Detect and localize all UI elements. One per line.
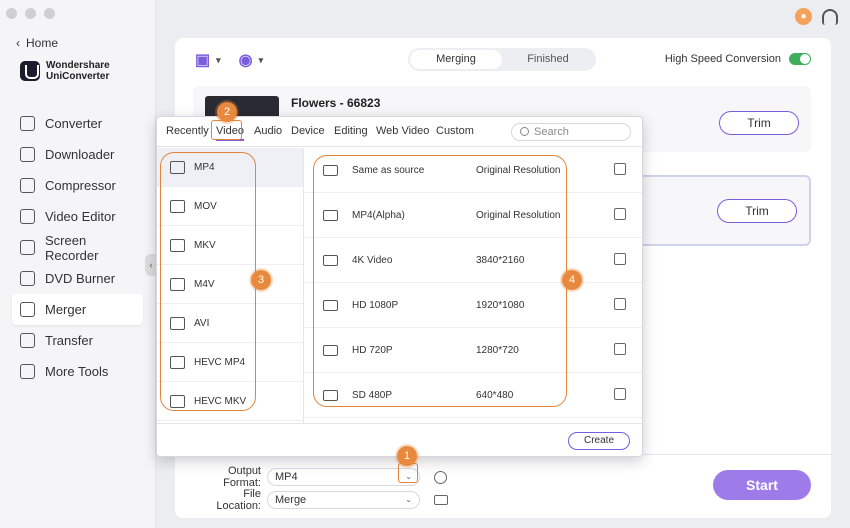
- sidebar-item-screen-recorder[interactable]: Screen Recorder: [12, 232, 143, 263]
- high-speed-toggle[interactable]: [789, 53, 811, 65]
- search-placeholder: Search: [534, 126, 569, 138]
- trim-button[interactable]: Trim: [717, 199, 797, 223]
- window-controls: [6, 8, 55, 19]
- sidebar-item-label: DVD Burner: [45, 271, 116, 286]
- scissors-icon: [20, 209, 35, 224]
- chevron-left-icon: ‹: [16, 36, 20, 50]
- video-tab-highlight: [211, 120, 242, 140]
- trim-button[interactable]: Trim: [719, 111, 799, 135]
- search-input[interactable]: Search: [511, 123, 631, 141]
- brand-line2: UniConverter: [46, 71, 110, 82]
- merger-icon: [20, 302, 35, 317]
- dvd-icon: [20, 271, 35, 286]
- format-dropdown-highlight: [398, 463, 418, 483]
- headset-support-icon[interactable]: [822, 8, 838, 25]
- annotation-badge: 3: [251, 270, 271, 290]
- compressor-icon: [20, 178, 35, 193]
- downloader-icon: [20, 147, 35, 162]
- edit-icon[interactable]: [614, 163, 626, 175]
- start-button[interactable]: Start: [713, 470, 811, 500]
- tab-web-video[interactable]: Web Video: [376, 125, 429, 137]
- merging-finished-switch: Merging Finished: [408, 48, 596, 71]
- file-location-row: File Location: Merge ⌄: [205, 488, 448, 512]
- home-link[interactable]: ‹ Home: [16, 36, 58, 50]
- search-icon: [520, 127, 529, 136]
- add-media-icon: ◉: [238, 52, 253, 69]
- sidebar-item-label: Merger: [45, 302, 87, 317]
- resolution-list-highlight: [313, 155, 567, 407]
- edit-icon[interactable]: [614, 208, 626, 220]
- file-location-label: File Location:: [216, 488, 261, 512]
- tab-editing[interactable]: Editing: [334, 125, 368, 137]
- minimize-window-button[interactable]: [25, 8, 36, 19]
- settings-icon[interactable]: [434, 470, 447, 484]
- chevron-down-icon: ▾: [216, 54, 221, 65]
- high-speed-label: High Speed Conversion: [664, 53, 781, 65]
- top-right-controls: ●: [795, 8, 838, 25]
- uniconverter-logo-icon: [20, 61, 40, 81]
- sidebar-item-label: More Tools: [45, 364, 109, 379]
- annotation-badge: 2: [217, 102, 237, 122]
- edit-icon[interactable]: [614, 343, 626, 355]
- high-speed-conversion: High Speed Conversion: [665, 53, 811, 65]
- output-format-value: MP4: [275, 471, 298, 483]
- edit-icon[interactable]: [614, 388, 626, 400]
- tab-recently[interactable]: Recently: [166, 125, 209, 137]
- file-location-select[interactable]: Merge ⌄: [267, 491, 420, 509]
- annotation-badge: 1: [397, 446, 417, 466]
- sidebar-item-label: Compressor: [45, 178, 116, 193]
- sidebar-item-converter[interactable]: Converter: [12, 108, 143, 139]
- brand: Wondershare UniConverter: [20, 60, 110, 82]
- close-window-button[interactable]: [6, 8, 17, 19]
- sidebar-item-merger[interactable]: Merger: [12, 294, 143, 325]
- tab-audio[interactable]: Audio: [254, 125, 282, 137]
- edit-icon[interactable]: [614, 298, 626, 310]
- sidebar-item-compressor[interactable]: Compressor: [12, 170, 143, 201]
- edit-icon[interactable]: [614, 253, 626, 265]
- home-label: Home: [26, 36, 59, 50]
- add-media-button[interactable]: ◉ ▾: [239, 50, 264, 70]
- brand-line1: Wondershare: [46, 60, 110, 71]
- sidebar-item-transfer[interactable]: Transfer: [12, 325, 143, 356]
- sidebar-item-label: Downloader: [45, 147, 115, 162]
- sidebar-item-more-tools[interactable]: More Tools: [12, 356, 143, 387]
- tab-merging[interactable]: Merging: [410, 50, 502, 69]
- annotation-badge: 4: [562, 270, 582, 290]
- zoom-window-button[interactable]: [44, 8, 55, 19]
- create-button[interactable]: Create: [568, 432, 630, 450]
- tab-device[interactable]: Device: [291, 125, 325, 137]
- output-format-label: Output Format:: [223, 465, 261, 489]
- screen-recorder-icon: [20, 240, 35, 255]
- transfer-icon: [20, 333, 35, 348]
- folder-icon[interactable]: [434, 495, 448, 505]
- tab-finished[interactable]: Finished: [502, 50, 594, 69]
- sidebar-item-label: Video Editor: [45, 209, 116, 224]
- sidebar-item-label: Screen Recorder: [45, 232, 99, 263]
- sidebar-item-downloader[interactable]: Downloader: [12, 139, 143, 170]
- file-location-value: Merge: [275, 494, 307, 506]
- video-title: Flowers - 66823: [291, 96, 381, 110]
- format-list-highlight: [160, 152, 256, 411]
- sidebar-item-video-editor[interactable]: Video Editor: [12, 201, 143, 232]
- sidebar: ‹ Home Wondershare UniConverter Converte…: [0, 0, 156, 528]
- add-files-button[interactable]: ▣ ▾: [195, 50, 221, 70]
- converter-icon: [20, 116, 35, 131]
- sidebar-nav: Converter Downloader Compressor Video Ed…: [12, 108, 143, 387]
- add-file-icon: ▣: [195, 52, 211, 69]
- chevron-down-icon[interactable]: ⌄: [405, 492, 412, 508]
- user-avatar-icon[interactable]: ●: [795, 8, 812, 25]
- sidebar-item-label: Converter: [45, 116, 103, 131]
- tab-custom[interactable]: Custom: [436, 125, 474, 137]
- add-toolbar: ▣ ▾ ◉ ▾: [195, 50, 263, 70]
- chevron-down-icon: ▾: [258, 54, 264, 65]
- grid-icon: [20, 364, 35, 379]
- sidebar-item-label: Transfer: [45, 333, 93, 348]
- sidebar-item-dvd-burner[interactable]: DVD Burner: [12, 263, 143, 294]
